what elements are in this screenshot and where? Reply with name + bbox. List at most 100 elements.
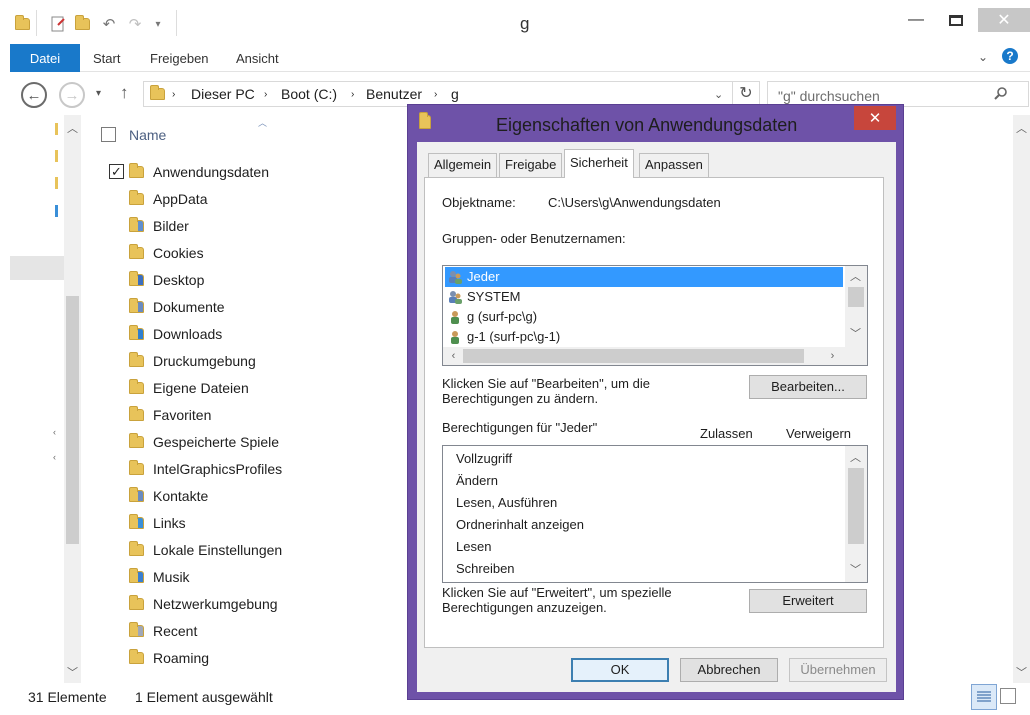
advanced-button[interactable]: Erweitert [749,589,867,613]
permissions-list[interactable]: Vollzugriff Ändern Lesen, Ausführen Ordneri… [442,445,868,583]
search-icon[interactable] [994,86,1008,103]
file-row[interactable]: Favoriten [100,402,410,429]
expand-ribbon-icon[interactable]: ⌄ [978,50,988,64]
help-icon[interactable]: ? [1002,48,1018,64]
file-row[interactable]: Musik [100,564,410,591]
forward-button[interactable]: → [59,82,85,108]
scroll-thumb[interactable] [66,296,79,544]
content-scrollbar[interactable]: ︿ ﹀ [1013,115,1030,683]
address-dropdown-icon[interactable]: ⌄ [714,88,723,101]
large-icons-view-button[interactable] [1000,688,1016,704]
scroll-up-icon[interactable]: ︿ [847,448,864,465]
group-item[interactable]: g-1 (surf-pc\g-1) [445,327,843,347]
file-row[interactable]: Links [100,510,410,537]
tab-view[interactable]: Ansicht [236,44,279,72]
group-name: SYSTEM [467,289,521,304]
file-row[interactable]: Eigene Dateien [100,375,410,402]
file-row[interactable]: Lokale Einstellungen [100,537,410,564]
tab-general[interactable]: Allgemein [428,153,498,177]
file-row[interactable]: Downloads [100,321,410,348]
file-name: AppData [153,191,208,207]
tab-share[interactable]: Freigeben [150,44,209,72]
group-item[interactable]: Jeder [445,267,843,287]
edit-button[interactable]: Bearbeiten... [749,375,867,399]
nav-selected-item[interactable] [10,256,66,280]
scroll-down-icon[interactable]: ﹀ [64,663,81,680]
up-button[interactable]: ↑ [120,83,129,103]
file-row[interactable]: Bilder [100,213,410,240]
recent-locations-icon[interactable]: ▾ [96,88,101,99]
scroll-down-icon[interactable]: ﹀ [1013,663,1030,680]
breadcrumb-drive[interactable]: Boot (C:) [281,86,337,102]
breadcrumb-this-pc[interactable]: Dieser PC [191,86,255,102]
back-button[interactable]: ← [21,82,47,108]
scroll-thumb[interactable] [848,287,864,307]
collapse-arrow-icon[interactable]: ‹ [53,427,56,437]
file-row[interactable]: ✓ Anwendungsdaten [100,159,410,186]
file-row[interactable]: Cookies [100,240,410,267]
customize-qat-icon[interactable]: ▾ [151,12,165,36]
file-row[interactable]: AppData [100,186,410,213]
dialog-close-button[interactable]: ✕ [854,106,896,130]
group-item[interactable]: g (surf-pc\g) [445,307,843,327]
breadcrumb-users[interactable]: Benutzer [366,86,422,102]
tab-customize[interactable]: Anpassen [639,153,709,177]
breadcrumb-separator-icon[interactable]: › [351,89,354,100]
undo-icon[interactable]: ↶ [99,12,119,36]
file-row[interactable]: Dokumente [100,294,410,321]
folder-icon [129,595,144,610]
properties-icon[interactable] [48,12,68,36]
breadcrumb-separator-icon[interactable]: › [172,89,175,100]
scroll-left-icon[interactable]: ‹ [445,347,462,364]
minimize-button[interactable]: — [896,8,936,32]
scroll-down-icon[interactable]: ﹀ [847,324,864,341]
folder-icon [129,487,144,502]
redo-icon[interactable]: ↷ [125,12,145,36]
groups-listbox[interactable]: Jeder SYSTEM g (surf-pc\g) g-1 (surf-pc\g-1… [442,265,868,366]
column-header[interactable]: Name ︿ [100,118,410,150]
group-name: g-1 (surf-pc\g-1) [467,329,561,344]
breadcrumb-user-g[interactable]: g [451,86,459,102]
groups-hscrollbar[interactable]: ‹ › [443,347,867,365]
ok-button[interactable]: OK [571,658,669,682]
item-count: 31 Elemente [28,689,107,705]
new-folder-icon[interactable] [72,12,92,36]
cancel-button[interactable]: Abbrechen [680,658,778,682]
select-all-checkbox[interactable] [101,127,116,142]
collapse-arrow-icon[interactable]: ‹ [53,452,56,462]
apply-button[interactable]: Übernehmen [789,658,887,682]
file-row[interactable]: Recent [100,618,410,645]
permissions-scrollbar[interactable]: ︿ ﹀ [845,446,867,582]
close-button[interactable]: ✕ [978,8,1030,32]
tab-file[interactable]: Datei [10,44,80,72]
scroll-thumb[interactable] [848,468,864,544]
navigation-pane[interactable]: ‹ ‹ ︿ ﹀ [10,115,84,683]
scroll-thumb[interactable] [463,349,804,363]
file-row[interactable]: Roaming [100,645,410,672]
scroll-down-icon[interactable]: ﹀ [847,560,864,577]
tab-security[interactable]: Sicherheit [564,149,634,178]
scroll-up-icon[interactable]: ︿ [847,267,864,284]
scroll-up-icon[interactable]: ︿ [1013,119,1030,136]
folder-icon [129,649,144,664]
scroll-right-icon[interactable]: › [824,347,841,364]
scroll-up-icon[interactable]: ︿ [64,119,81,136]
breadcrumb-separator-icon[interactable]: › [434,89,437,100]
breadcrumb-separator-icon[interactable]: › [264,89,267,100]
groups-vscrollbar[interactable]: ︿ ﹀ [845,266,867,348]
file-row[interactable]: Netzwerkumgebung [100,591,410,618]
details-view-button[interactable] [971,684,997,710]
file-row[interactable]: IntelGraphicsProfiles [100,456,410,483]
tab-start[interactable]: Start [93,44,120,72]
column-name[interactable]: Name [129,127,166,143]
maximize-button[interactable] [936,8,976,32]
file-row[interactable]: Desktop [100,267,410,294]
nav-scrollbar[interactable]: ︿ ﹀ [64,115,81,683]
file-row[interactable]: Kontakte [100,483,410,510]
group-item[interactable]: SYSTEM [445,287,843,307]
file-row[interactable]: Druckumgebung [100,348,410,375]
file-name: Desktop [153,272,205,288]
file-row[interactable]: Gespeicherte Spiele [100,429,410,456]
row-checkbox[interactable]: ✓ [109,164,124,179]
tab-sharing[interactable]: Freigabe [499,153,563,177]
